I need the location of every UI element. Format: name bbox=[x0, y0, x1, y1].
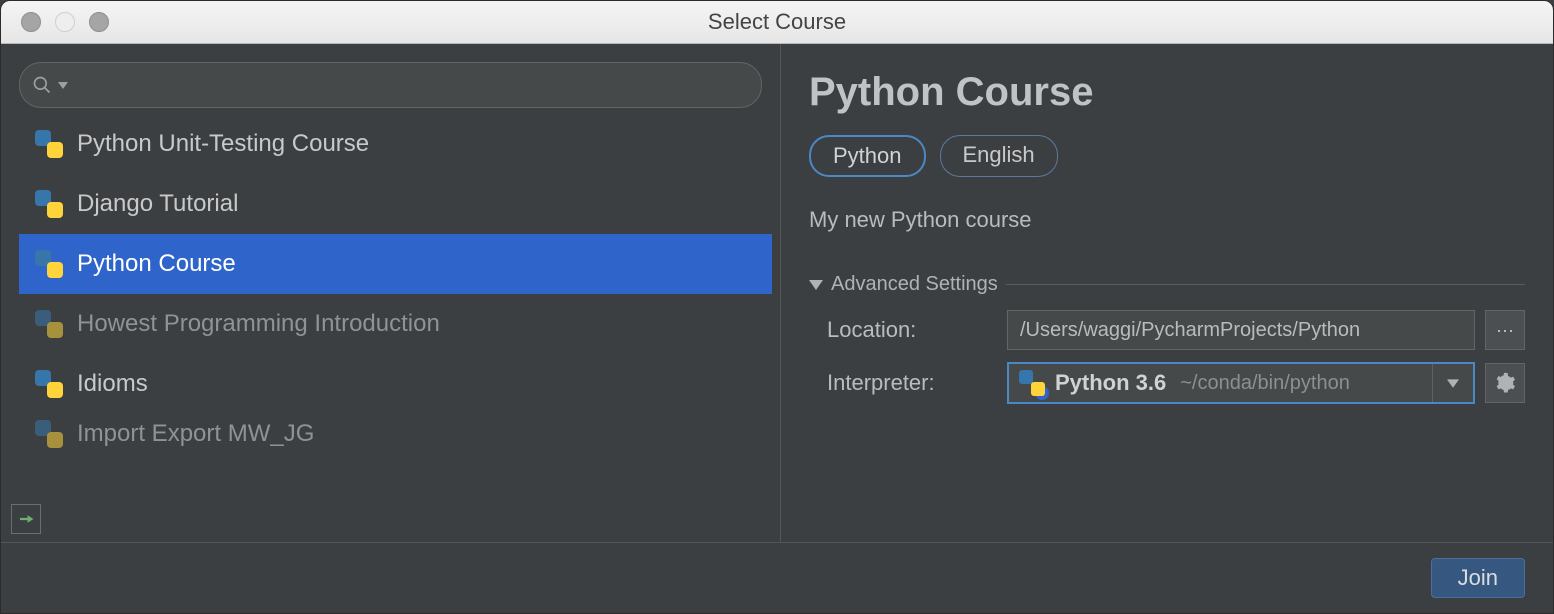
tag-language[interactable]: Python bbox=[809, 135, 926, 177]
course-details-panel: Python Course Python English My new Pyth… bbox=[781, 44, 1553, 542]
course-label: Howest Programming Introduction bbox=[77, 310, 440, 338]
course-label: Django Tutorial bbox=[77, 190, 238, 218]
interpreter-combo[interactable]: c Python 3.6 ~/conda/bin/python bbox=[1007, 362, 1475, 404]
chevron-down-icon bbox=[809, 280, 823, 290]
python-icon bbox=[35, 130, 63, 158]
search-input-wrapper[interactable] bbox=[19, 62, 762, 108]
course-description: My new Python course bbox=[809, 207, 1525, 233]
window-title: Select Course bbox=[1, 9, 1553, 35]
python-icon bbox=[35, 310, 63, 338]
location-value: /Users/waggi/PycharmProjects/Python bbox=[1020, 319, 1360, 342]
interpreter-name: Python 3.6 bbox=[1055, 370, 1166, 396]
interpreter-path: ~/conda/bin/python bbox=[1180, 372, 1350, 395]
ellipsis-icon: ··· bbox=[1496, 320, 1514, 341]
location-row: Location: /Users/waggi/PycharmProjects/P… bbox=[809, 310, 1525, 350]
join-button[interactable]: Join bbox=[1431, 558, 1525, 598]
dialog-footer: Join bbox=[1, 542, 1553, 613]
interpreter-settings-button[interactable] bbox=[1485, 363, 1525, 403]
maximize-window-icon[interactable] bbox=[89, 12, 109, 32]
course-item[interactable]: Howest Programming Introduction bbox=[19, 294, 772, 354]
course-label: Idioms bbox=[77, 370, 148, 398]
browse-location-button[interactable]: ··· bbox=[1485, 310, 1525, 350]
course-item[interactable]: Django Tutorial bbox=[19, 174, 772, 234]
course-label: Import Export MW_JG bbox=[77, 420, 314, 448]
course-item[interactable]: Python Unit-Testing Course bbox=[19, 114, 772, 174]
interpreter-row: Interpreter: c Python 3.6 ~/conda/bin/py… bbox=[809, 362, 1525, 404]
chevron-down-icon bbox=[58, 80, 68, 90]
python-icon bbox=[35, 370, 63, 398]
dialog-body: Python Unit-Testing Course Django Tutori… bbox=[1, 44, 1553, 542]
import-course-button[interactable] bbox=[11, 504, 41, 534]
divider bbox=[1006, 284, 1525, 285]
python-icon bbox=[35, 190, 63, 218]
search-input[interactable] bbox=[74, 73, 749, 98]
select-course-window: Select Course Python Unit-Testing Course… bbox=[0, 0, 1554, 614]
search-icon bbox=[32, 75, 52, 95]
course-label: Python Course bbox=[77, 250, 236, 278]
interpreter-label: Interpreter: bbox=[809, 370, 997, 396]
close-window-icon[interactable] bbox=[21, 12, 41, 32]
chevron-down-icon bbox=[1447, 377, 1459, 389]
tag-human-language[interactable]: English bbox=[940, 135, 1058, 177]
import-icon bbox=[17, 510, 35, 528]
window-controls bbox=[1, 12, 109, 32]
python-icon bbox=[35, 420, 63, 448]
course-list: Python Unit-Testing Course Django Tutori… bbox=[19, 114, 772, 534]
minimize-window-icon[interactable] bbox=[55, 12, 75, 32]
course-list-panel: Python Unit-Testing Course Django Tutori… bbox=[1, 44, 781, 542]
titlebar: Select Course bbox=[1, 1, 1553, 44]
location-label: Location: bbox=[809, 317, 997, 343]
course-item[interactable]: Import Export MW_JG bbox=[19, 414, 772, 454]
course-title: Python Course bbox=[809, 70, 1525, 115]
python-icon bbox=[35, 250, 63, 278]
advanced-settings-label: Advanced Settings bbox=[831, 273, 998, 296]
location-field[interactable]: /Users/waggi/PycharmProjects/Python bbox=[1007, 310, 1475, 350]
python-conda-icon: c bbox=[1019, 370, 1045, 396]
course-label: Python Unit-Testing Course bbox=[77, 130, 369, 158]
advanced-settings-header[interactable]: Advanced Settings bbox=[809, 273, 1525, 296]
tag-row: Python English bbox=[809, 135, 1525, 177]
course-item[interactable]: Idioms bbox=[19, 354, 772, 414]
gear-icon bbox=[1494, 372, 1516, 394]
combo-arrow[interactable] bbox=[1432, 364, 1473, 402]
course-item-selected[interactable]: Python Course bbox=[19, 234, 772, 294]
